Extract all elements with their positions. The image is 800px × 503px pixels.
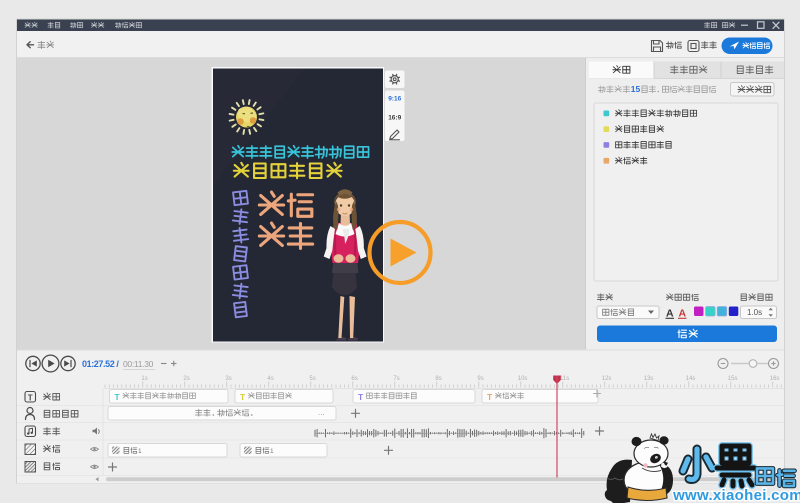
svg-text:2s: 2s [183, 376, 189, 382]
svg-text:www.xiaohei.com: www.xiaohei.com [672, 487, 800, 503]
svg-text:1s: 1s [141, 376, 147, 382]
svg-text:T: T [28, 393, 33, 402]
svg-text:01:27.52 /: 01:27.52 / [82, 359, 119, 369]
svg-text:00:11.30: 00:11.30 [123, 359, 154, 369]
svg-text:9s: 9s [477, 376, 483, 382]
svg-text:A: A [679, 308, 687, 320]
svg-text:T: T [115, 392, 121, 402]
svg-text:1: 1 [270, 448, 274, 455]
svg-text:1: 1 [138, 448, 142, 455]
svg-text:7s: 7s [393, 376, 399, 382]
svg-text:15s: 15s [728, 376, 738, 382]
svg-text:6s: 6s [351, 376, 357, 382]
svg-text:15: 15 [631, 84, 641, 94]
svg-text:14s: 14s [686, 376, 696, 382]
svg-text:16s: 16s [770, 376, 780, 382]
svg-text:1.0s: 1.0s [747, 308, 762, 317]
svg-text:...: ... [318, 408, 325, 417]
svg-text:A: A [666, 308, 674, 320]
svg-text:9:16: 9:16 [388, 95, 401, 102]
svg-text:4s: 4s [267, 376, 273, 382]
svg-text:13s: 13s [644, 376, 654, 382]
svg-text:16:9: 16:9 [388, 114, 401, 121]
svg-text:5s: 5s [309, 376, 315, 382]
svg-text:3s: 3s [225, 376, 231, 382]
svg-text:T: T [240, 392, 246, 402]
svg-text:T: T [358, 392, 364, 402]
svg-text:8s: 8s [435, 376, 441, 382]
svg-text:12s: 12s [602, 376, 612, 382]
svg-text:11s: 11s [560, 376, 569, 382]
svg-text:10s: 10s [518, 376, 528, 382]
svg-text:T: T [487, 392, 493, 402]
